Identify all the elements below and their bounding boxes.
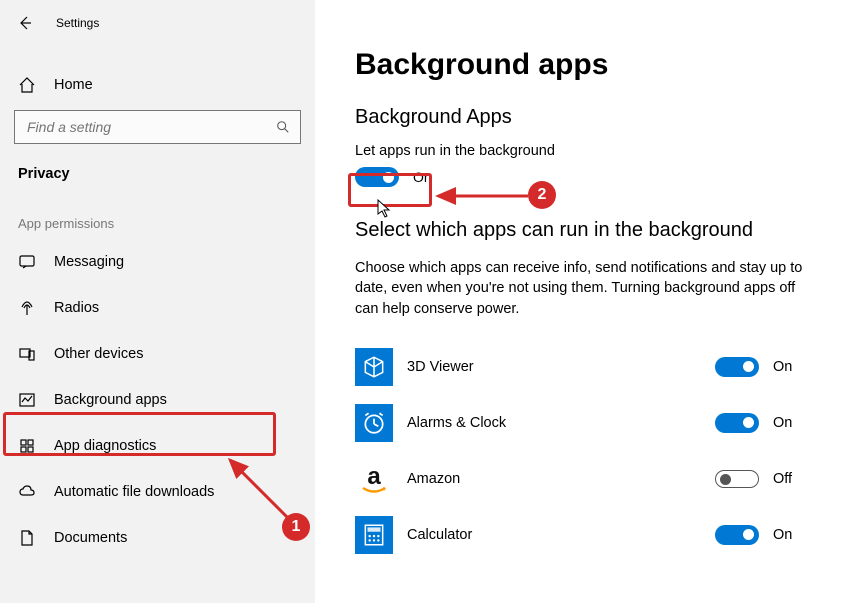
- sidebar-item-messaging[interactable]: Messaging: [0, 239, 315, 285]
- diagnostics-icon: [18, 437, 36, 455]
- app-row: a Amazon Off: [355, 451, 803, 507]
- sidebar-item-file-downloads[interactable]: Automatic file downloads: [0, 469, 315, 515]
- app-state-label: On: [773, 415, 803, 431]
- nav-home-label: Home: [54, 77, 93, 93]
- sidebar-item-label: Background apps: [54, 392, 167, 408]
- app-toggle-3d-viewer[interactable]: [715, 357, 759, 377]
- app-name: Calculator: [407, 527, 715, 543]
- search-input-box[interactable]: [14, 110, 301, 144]
- radios-icon: [18, 299, 36, 317]
- sidebar: Settings Home Privacy App permissions Me…: [0, 0, 315, 603]
- select-apps-description: Choose which apps can receive info, send…: [355, 258, 803, 319]
- main-content: Background apps Background Apps Let apps…: [315, 0, 843, 603]
- app-state-label: On: [773, 359, 803, 375]
- messaging-icon: [18, 253, 36, 271]
- select-apps-title: Select which apps can run in the backgro…: [355, 219, 803, 242]
- app-icon-3d-viewer: [355, 348, 393, 386]
- app-icon-alarms-clock: [355, 404, 393, 442]
- app-toggle-alarms-clock[interactable]: [715, 413, 759, 433]
- app-row: Alarms & Clock On: [355, 395, 803, 451]
- sidebar-item-documents[interactable]: Documents: [0, 515, 315, 561]
- back-icon[interactable]: [16, 14, 34, 32]
- app-state-label: Off: [773, 471, 803, 487]
- sidebar-item-label: Radios: [54, 300, 99, 316]
- nav-home[interactable]: Home: [0, 66, 315, 104]
- toggle-description: Let apps run in the background: [355, 143, 803, 159]
- app-icon-calculator: [355, 516, 393, 554]
- window-title: Settings: [56, 16, 99, 30]
- search-input[interactable]: [25, 118, 276, 136]
- page-title: Background apps: [355, 48, 803, 82]
- app-name: 3D Viewer: [407, 359, 715, 375]
- app-state-label: On: [773, 527, 803, 543]
- app-row: Calculator On: [355, 507, 803, 563]
- sidebar-item-other-devices[interactable]: Other devices: [0, 331, 315, 377]
- document-icon: [18, 529, 36, 547]
- sidebar-item-label: Messaging: [54, 254, 124, 270]
- app-name: Alarms & Clock: [407, 415, 715, 431]
- home-icon: [18, 76, 36, 94]
- toggle-state-label: On: [413, 169, 432, 185]
- sidebar-item-label: Automatic file downloads: [54, 484, 214, 500]
- sidebar-item-label: App diagnostics: [54, 438, 156, 454]
- app-toggle-amazon[interactable]: [715, 470, 759, 488]
- sidebar-item-radios[interactable]: Radios: [0, 285, 315, 331]
- devices-icon: [18, 345, 36, 363]
- app-icon-amazon: a: [355, 460, 393, 498]
- category-title: Privacy: [0, 144, 315, 190]
- app-name: Amazon: [407, 471, 715, 487]
- sidebar-item-label: Documents: [54, 530, 127, 546]
- sidebar-item-background-apps[interactable]: Background apps: [0, 377, 315, 423]
- sidebar-item-app-diagnostics[interactable]: App diagnostics: [0, 423, 315, 469]
- sidebar-item-label: Other devices: [54, 346, 143, 362]
- section-header: App permissions: [0, 190, 315, 239]
- background-apps-icon: [18, 391, 36, 409]
- cloud-download-icon: [18, 483, 36, 501]
- search-icon: [276, 120, 290, 134]
- background-apps-toggle[interactable]: [355, 167, 399, 187]
- app-toggle-calculator[interactable]: [715, 525, 759, 545]
- section-subtitle: Background Apps: [355, 106, 803, 129]
- svg-text:a: a: [367, 463, 381, 490]
- app-row: 3D Viewer On: [355, 339, 803, 395]
